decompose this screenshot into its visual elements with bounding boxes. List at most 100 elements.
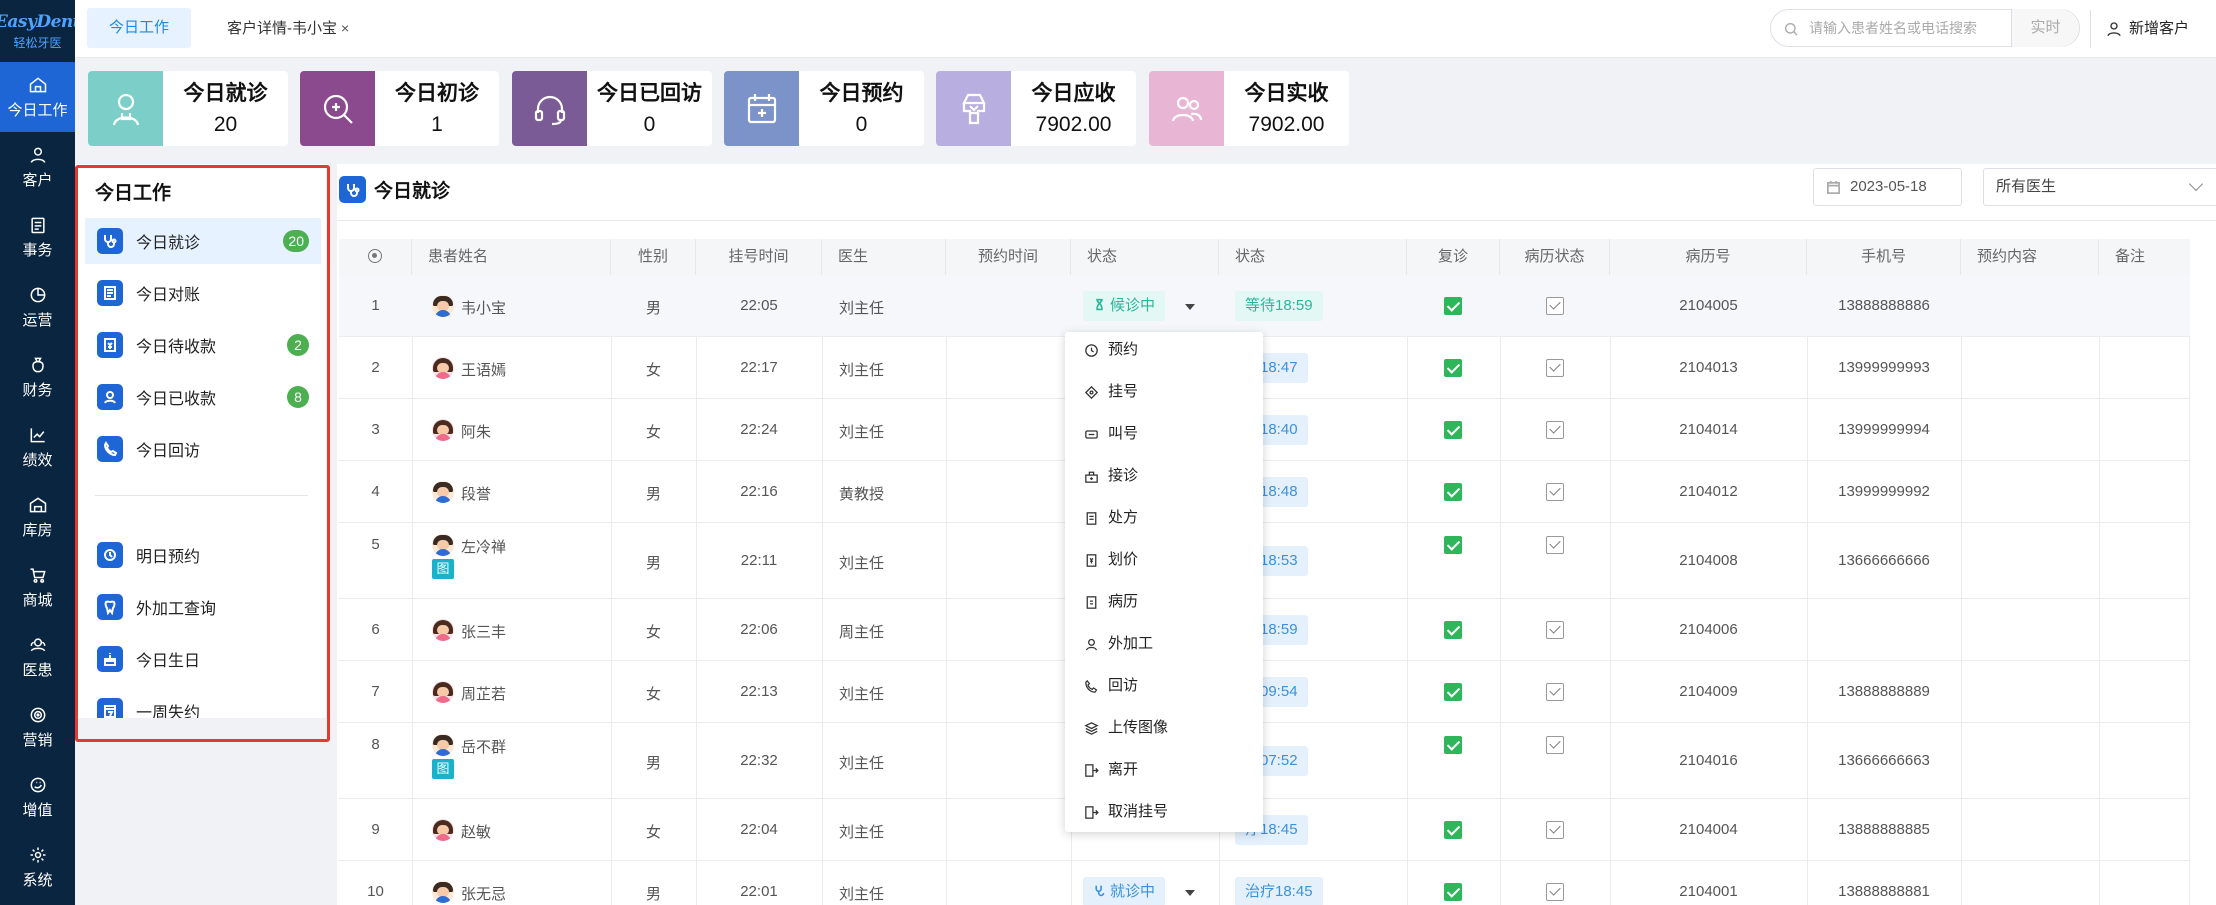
nav-item-system[interactable]: 系统 — [0, 832, 75, 902]
left-nav: EasyDent 轻松牙医 今日工作 客户 事务 运营 财务 绩效 库房 商城 … — [0, 0, 81, 905]
record-status-checkbox[interactable] — [1546, 536, 1564, 554]
nav-item-mall[interactable]: 商城 — [0, 552, 75, 622]
revisit-checkbox[interactable] — [1444, 421, 1462, 439]
nav-item-operations[interactable]: 运营 — [0, 272, 75, 342]
revisit-checkbox[interactable] — [1444, 483, 1462, 501]
menu-item-cancel-register[interactable]: 取消挂号 — [1083, 800, 1168, 824]
menu-item-register[interactable]: 挂号 — [1083, 380, 1138, 404]
revisit-checkbox[interactable] — [1444, 536, 1462, 554]
image-tag[interactable]: 图 — [432, 759, 454, 779]
column-header: 病历号 — [1610, 239, 1807, 275]
patient-name[interactable]: 韦小宝 — [461, 297, 506, 318]
panel-item-reconciliation[interactable]: 今日对账 — [85, 270, 321, 316]
table-row[interactable]: 9 赵敏女 22:04 刘主任 疗18:45 2104004 13888888885 — [339, 799, 2190, 861]
record-status-checkbox[interactable] — [1546, 821, 1564, 839]
table-row[interactable]: 5 左冷禅图男 22:11 刘主任 寺18:53 2104008 13666666666 — [339, 523, 2190, 599]
gender: 女 — [645, 686, 661, 703]
panel-item-today-visits[interactable]: 今日就诊 20 — [85, 218, 321, 264]
menu-item-appointment[interactable]: 预约 — [1083, 338, 1138, 362]
panel-item-pending-payment[interactable]: 今日待收款 2 — [85, 322, 321, 368]
panel-item-tomorrow-appointments[interactable]: 明日预约 — [85, 532, 321, 578]
nav-item-finance[interactable]: 财务 — [0, 342, 75, 412]
record-status-checkbox[interactable] — [1546, 297, 1564, 315]
record-status-checkbox[interactable] — [1546, 683, 1564, 701]
new-customer-button[interactable]: 新增客户 — [2090, 10, 2189, 48]
close-icon[interactable]: × — [341, 20, 349, 36]
revisit-checkbox[interactable] — [1444, 683, 1462, 701]
doctor-select[interactable]: 所有医生 — [1983, 168, 2216, 206]
table-row[interactable]: 1 韦小宝 男 22:05 刘主任 候诊中 等待18:59 2104005 1388888888… — [339, 275, 2190, 337]
stat-card-appointments[interactable]: 今日预约 0 — [724, 71, 924, 146]
patient-name[interactable]: 王语嫣 — [461, 359, 506, 380]
chevron-down-icon[interactable] — [1185, 890, 1195, 896]
revisit-checkbox[interactable] — [1444, 821, 1462, 839]
nav-item-affairs[interactable]: 事务 — [0, 202, 75, 272]
nav-item-marketing[interactable]: 营销 — [0, 692, 75, 762]
stat-card-followed-up[interactable]: 今日已回访 0 — [512, 71, 712, 146]
patient-name[interactable]: 周芷若 — [461, 683, 506, 704]
patient-name[interactable]: 张三丰 — [461, 621, 506, 642]
menu-item-leave[interactable]: 离开 — [1083, 758, 1138, 782]
patient-name[interactable]: 赵敏 — [461, 821, 491, 842]
menu-item-follow-up[interactable]: 回访 — [1083, 674, 1138, 698]
table-row[interactable]: 8 岳不群图男 22:32 刘主任 疗07:52 2104016 13666666663 — [339, 723, 2190, 799]
table-row[interactable]: 7 周芷若女 22:13 刘主任 疗09:54 2104009 13888888889 — [339, 661, 2190, 723]
patient-name[interactable]: 左冷禅 — [461, 536, 506, 557]
revisit-checkbox[interactable] — [1444, 297, 1462, 315]
menu-item-call[interactable]: 叫号 — [1083, 422, 1138, 446]
record-status-checkbox[interactable] — [1546, 621, 1564, 639]
nav-item-doctor-patient[interactable]: 医患 — [0, 622, 75, 692]
record-status-checkbox[interactable] — [1546, 483, 1564, 501]
revisit-checkbox[interactable] — [1444, 736, 1462, 754]
home-icon — [29, 76, 46, 92]
table-row[interactable]: 10 张无忌 男 22:01 刘主任 就诊中 治疗18:45 2104001 138888888… — [339, 861, 2190, 905]
stat-card-today-visits[interactable]: 今日就诊 20 — [88, 71, 288, 146]
nav-item-customer[interactable]: 客户 — [0, 132, 75, 202]
revisit-checkbox[interactable] — [1444, 621, 1462, 639]
record-status-checkbox[interactable] — [1546, 883, 1564, 901]
table-row[interactable]: 3 阿朱女 22:24 刘主任 寺18:40 2104014 13999999994 — [339, 399, 2190, 461]
nav-item-warehouse[interactable]: 库房 — [0, 482, 75, 552]
record-status-checkbox[interactable] — [1546, 421, 1564, 439]
nav-item-today-work[interactable]: 今日工作 — [0, 62, 75, 132]
revisit-checkbox[interactable] — [1444, 359, 1462, 377]
nav-item-performance[interactable]: 绩效 — [0, 412, 75, 482]
date-picker[interactable]: 2023-05-18 — [1813, 168, 1962, 206]
money-bag-icon — [31, 357, 44, 372]
stat-card-first-visits[interactable]: 今日初诊 1 — [300, 71, 499, 146]
stat-card-received[interactable]: 今日实收 7902.00 — [1149, 71, 1349, 146]
chevron-down-icon[interactable] — [1185, 304, 1195, 310]
menu-item-prescription[interactable]: 处方 — [1083, 506, 1138, 530]
realtime-button[interactable]: 实时 — [2011, 9, 2079, 47]
patient-name[interactable]: 阿朱 — [461, 421, 491, 442]
menu-item-upload-image[interactable]: 上传图像 — [1083, 716, 1168, 740]
panel-item-received-payment[interactable]: 今日已收款 8 — [85, 374, 321, 420]
table-row[interactable]: 6 张三丰女 22:06 周主任 寺18:59 2104006 — [339, 599, 2190, 661]
record-status-checkbox[interactable] — [1546, 736, 1564, 754]
menu-item-outsource[interactable]: 外加工 — [1083, 632, 1153, 656]
table-row[interactable]: 4 段誉男 22:16 黄教授 寺18:48 2104012 13999999992 — [339, 461, 2190, 523]
patient-name[interactable]: 张无忌 — [461, 883, 506, 904]
patient-name[interactable]: 段誉 — [461, 483, 491, 504]
panel-item-birthdays[interactable]: 今日生日 — [85, 636, 321, 682]
panel-item-follow-up[interactable]: 今日回访 — [85, 426, 321, 472]
table-row[interactable]: 2 王语嫣女 22:17 刘主任 寺18:47 2104013 13999999993 — [339, 337, 2190, 399]
menu-item-receive[interactable]: 接诊 — [1083, 464, 1138, 488]
column-header: 预约时间 — [946, 239, 1071, 275]
search-input[interactable] — [1809, 18, 1999, 38]
patient-name[interactable]: 岳不群 — [461, 736, 506, 757]
stat-card-receivable[interactable]: 今日应收 7902.00 — [936, 71, 1136, 146]
status-button[interactable]: 就诊中 — [1083, 877, 1166, 905]
revisit-checkbox[interactable] — [1444, 883, 1462, 901]
record-status-checkbox[interactable] — [1546, 359, 1564, 377]
menu-item-medical-record[interactable]: 病历 — [1083, 590, 1138, 614]
panel-item-outsource-query[interactable]: 外加工查询 — [85, 584, 321, 630]
nav-item-value-added[interactable]: 增值 — [0, 762, 75, 832]
image-tag[interactable]: 图 — [432, 559, 454, 579]
tab-today-work[interactable]: 今日工作 — [87, 8, 191, 48]
settings-column-header[interactable] — [339, 239, 412, 275]
menu-item-pricing[interactable]: 划价 — [1083, 548, 1138, 572]
gender: 女 — [645, 624, 661, 641]
status-button[interactable]: 候诊中 — [1083, 291, 1166, 321]
tab-customer-detail[interactable]: 客户详情-韦小宝 × — [209, 8, 367, 48]
